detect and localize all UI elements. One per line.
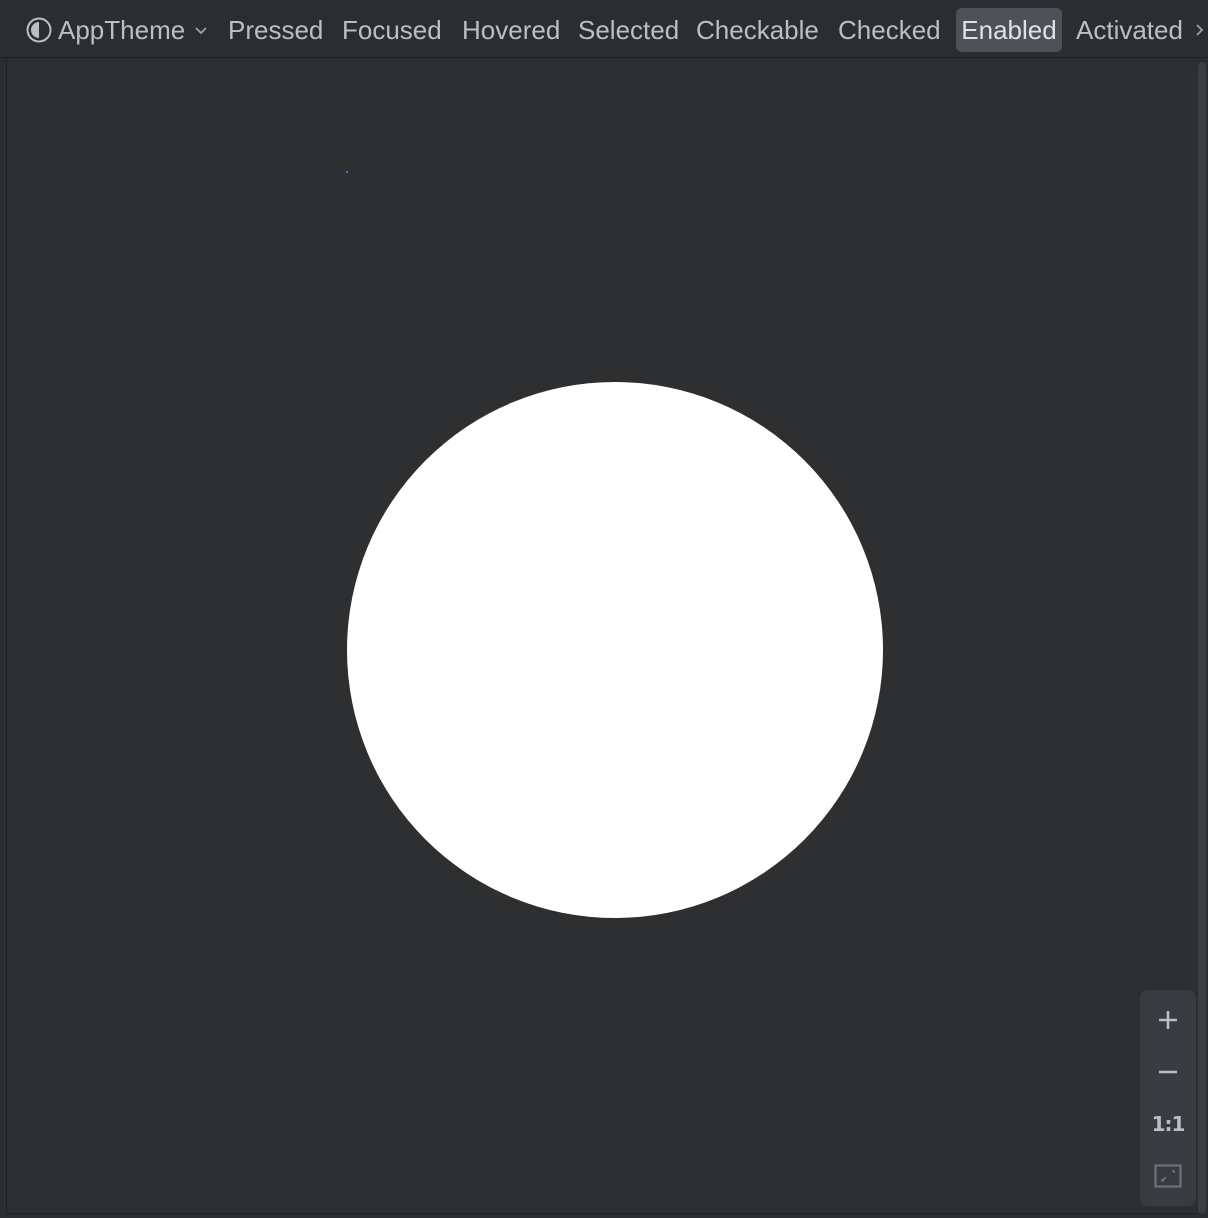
state-enabled[interactable]: Enabled xyxy=(956,8,1062,52)
chevron-right-icon[interactable] xyxy=(1194,18,1208,42)
state-hovered[interactable]: Hovered xyxy=(457,8,565,52)
drawable-preview-window: AppTheme Pressed Focused Hovered Selecte… xyxy=(0,0,1208,1218)
fit-screen-icon xyxy=(1154,1164,1182,1188)
preview-canvas[interactable] xyxy=(6,59,1196,1214)
state-selected[interactable]: Selected xyxy=(573,8,684,52)
preview-toolbar: AppTheme Pressed Focused Hovered Selecte… xyxy=(0,0,1208,58)
state-activated[interactable]: Activated xyxy=(1071,8,1188,52)
oval-shape xyxy=(347,382,883,918)
zoom-in-button[interactable] xyxy=(1140,994,1196,1046)
state-checkable[interactable]: Checkable xyxy=(691,8,824,52)
state-checked[interactable]: Checked xyxy=(833,8,946,52)
selection-anchor-dot xyxy=(346,171,348,173)
drawable-preview xyxy=(346,171,883,918)
contrast-icon xyxy=(26,17,52,43)
scrollbar-thumb[interactable] xyxy=(1198,62,1206,1214)
actual-size-button[interactable]: 1:1 xyxy=(1140,1098,1196,1150)
actual-size-label: 1:1 xyxy=(1151,1112,1186,1136)
zoom-out-button[interactable] xyxy=(1140,1046,1196,1098)
plus-icon xyxy=(1159,1011,1177,1029)
theme-selector[interactable]: AppTheme xyxy=(22,8,209,52)
minus-icon xyxy=(1159,1070,1177,1074)
vertical-scrollbar[interactable] xyxy=(1196,62,1208,1214)
fit-screen-button[interactable] xyxy=(1140,1150,1196,1202)
theme-label: AppTheme xyxy=(58,14,186,45)
state-pressed[interactable]: Pressed xyxy=(223,8,328,52)
chevron-down-icon xyxy=(195,27,207,35)
state-focused[interactable]: Focused xyxy=(337,8,447,52)
zoom-controls: 1:1 xyxy=(1140,990,1196,1206)
